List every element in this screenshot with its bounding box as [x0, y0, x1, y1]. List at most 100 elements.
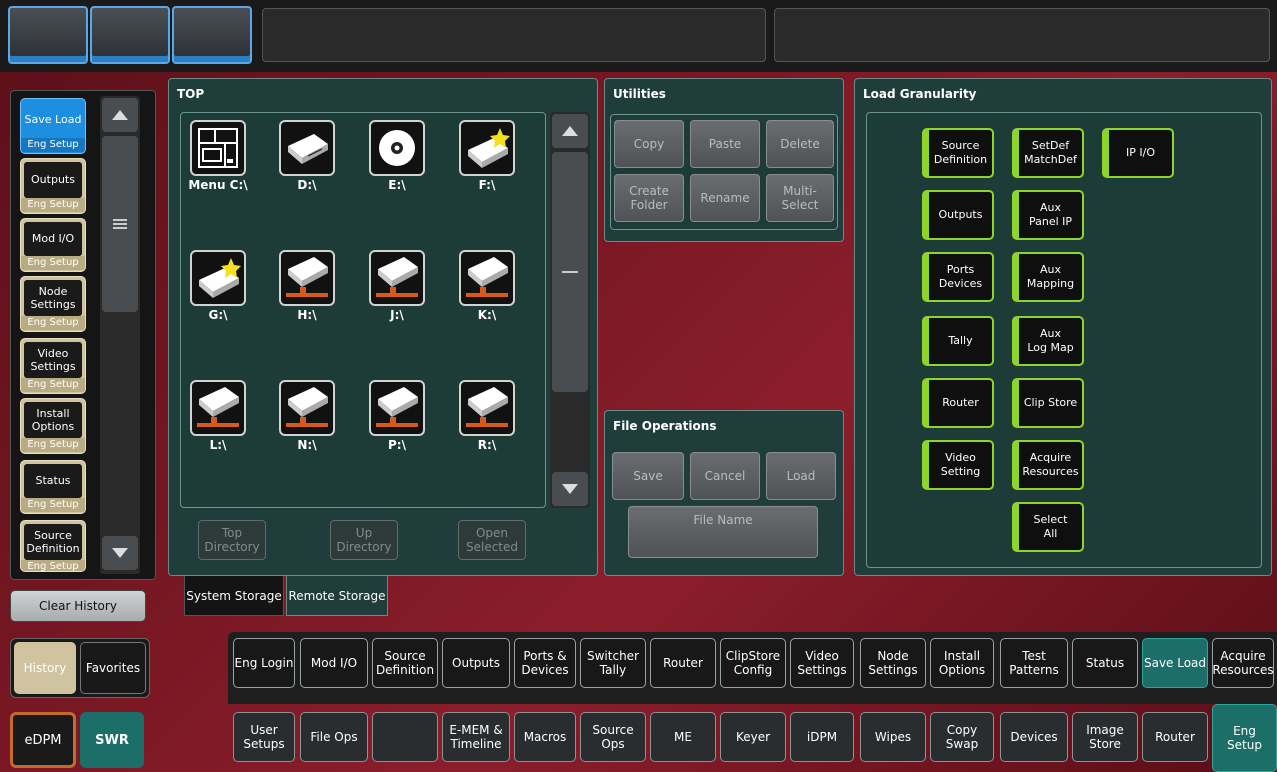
- clear-history-button[interactable]: Clear History: [10, 590, 146, 622]
- tab-blank[interactable]: [372, 712, 438, 762]
- nav-item-source-definition[interactable]: Source Definition Eng Setup: [20, 520, 86, 572]
- ip-io-toggle[interactable]: IP I/O: [1102, 128, 1174, 178]
- tab-keyer[interactable]: Keyer: [720, 712, 786, 762]
- favorites-tab[interactable]: Favorites: [80, 642, 146, 694]
- drive-e[interactable]: E:\: [352, 120, 442, 192]
- file-name-field[interactable]: File Name: [628, 506, 818, 558]
- drive-h[interactable]: H:\: [262, 250, 352, 322]
- acquire-resources-toggle[interactable]: Acquire Resources: [1012, 440, 1084, 490]
- tab-node-settings[interactable]: Node Settings: [860, 638, 926, 688]
- setdef-matchdef-toggle[interactable]: SetDef MatchDef: [1012, 128, 1084, 178]
- top-directory-button[interactable]: Top Directory: [198, 520, 266, 560]
- tab-source-definition[interactable]: Source Definition: [372, 638, 438, 688]
- video-setting-toggle[interactable]: Video Setting: [922, 440, 994, 490]
- drive-j[interactable]: J:\: [352, 250, 442, 322]
- tab-remote-storage[interactable]: Remote Storage: [286, 576, 388, 616]
- ports-devices-toggle[interactable]: Ports Devices: [922, 252, 994, 302]
- paste-button[interactable]: Paste: [690, 120, 760, 168]
- tab-acquire-resources[interactable]: Acquire Resources: [1212, 638, 1274, 688]
- tab-status[interactable]: Status: [1072, 638, 1138, 688]
- nav-item-outputs[interactable]: Outputs Eng Setup: [20, 158, 86, 214]
- multi-select-button[interactable]: Multi- Select: [766, 174, 834, 222]
- top-shortcut-button-3[interactable]: [172, 6, 252, 64]
- router-toggle[interactable]: Router: [922, 378, 994, 428]
- tab-system-storage[interactable]: System Storage: [184, 576, 284, 616]
- tab-mod-io[interactable]: Mod I/O: [300, 638, 368, 688]
- drive-label: H:\: [297, 308, 317, 322]
- drive-label: Menu C:\: [188, 178, 248, 192]
- top-status-panel-left: [262, 8, 766, 62]
- tab-devices[interactable]: Devices: [1000, 712, 1068, 762]
- tab-copy-swap[interactable]: Copy Swap: [930, 712, 994, 762]
- clip-store-toggle[interactable]: Clip Store: [1012, 378, 1084, 428]
- drive-n[interactable]: N:\: [262, 380, 352, 452]
- copy-button[interactable]: Copy: [614, 120, 684, 168]
- drive-l[interactable]: L:\: [173, 380, 263, 452]
- tab-me[interactable]: ME: [650, 712, 716, 762]
- drive-scroll-down-button[interactable]: [552, 472, 588, 506]
- drive-r[interactable]: R:\: [442, 380, 532, 452]
- save-button[interactable]: Save: [612, 452, 684, 500]
- tab-eng-login[interactable]: Eng Login: [233, 638, 295, 688]
- tab-source-ops[interactable]: Source Ops: [580, 712, 646, 762]
- history-tab[interactable]: History: [14, 642, 76, 694]
- tab-wipes[interactable]: Wipes: [860, 712, 926, 762]
- nav-item-sublabel: Eng Setup: [21, 378, 85, 392]
- aux-mapping-toggle[interactable]: Aux Mapping: [1012, 252, 1084, 302]
- tab-ports-devices[interactable]: Ports & Devices: [514, 638, 576, 688]
- tab-router[interactable]: Router: [650, 638, 716, 688]
- rename-button[interactable]: Rename: [690, 174, 760, 222]
- tab-outputs[interactable]: Outputs: [442, 638, 510, 688]
- drive-scroll-up-button[interactable]: [552, 114, 588, 148]
- nav-item-status[interactable]: Status Eng Setup: [20, 460, 86, 514]
- tab-macros[interactable]: Macros: [514, 712, 576, 762]
- tab-save-load[interactable]: Save Load: [1142, 638, 1208, 688]
- tab-switcher-tally[interactable]: Switcher Tally: [580, 638, 646, 688]
- tab-router-2[interactable]: Router: [1142, 712, 1208, 762]
- drive-k[interactable]: K:\: [442, 250, 532, 322]
- tab-user-setups[interactable]: User Setups: [233, 712, 295, 762]
- drive-scroll-thumb[interactable]: [552, 152, 588, 392]
- drive-d[interactable]: D:\: [262, 120, 352, 192]
- open-selected-button[interactable]: Open Selected: [458, 520, 526, 560]
- nav-item-node-settings[interactable]: Node Settings Eng Setup: [20, 276, 86, 332]
- top-shortcut-button-2[interactable]: [90, 6, 170, 64]
- tab-image-store[interactable]: Image Store: [1072, 712, 1138, 762]
- tab-test-patterns[interactable]: Test Patterns: [1000, 638, 1068, 688]
- tab-eng-setup[interactable]: Eng Setup: [1212, 704, 1277, 772]
- nav-item-save-load[interactable]: Save Load Eng Setup: [20, 98, 86, 154]
- aux-log-map-toggle[interactable]: Aux Log Map: [1012, 316, 1084, 366]
- swr-button[interactable]: SWR: [80, 712, 144, 768]
- storage-panel-title: TOP: [177, 87, 205, 101]
- drive-p[interactable]: P:\: [352, 380, 442, 452]
- aux-panel-ip-toggle[interactable]: Aux Panel IP: [1012, 190, 1084, 240]
- select-all-button[interactable]: Select All: [1012, 502, 1084, 552]
- source-definition-toggle[interactable]: Source Definition: [922, 128, 994, 178]
- drive-g[interactable]: G:\: [173, 250, 263, 322]
- tab-file-ops[interactable]: File Ops: [300, 712, 368, 762]
- nav-item-mod-io[interactable]: Mod I/O Eng Setup: [20, 218, 86, 272]
- tab-video-settings[interactable]: Video Settings: [790, 638, 854, 688]
- nav-item-video-settings[interactable]: Video Settings Eng Setup: [20, 338, 86, 394]
- tab-clipstore-config[interactable]: ClipStore Config: [720, 638, 786, 688]
- up-directory-button[interactable]: Up Directory: [330, 520, 398, 560]
- delete-button[interactable]: Delete: [766, 120, 834, 168]
- drive-f[interactable]: F:\: [442, 120, 532, 192]
- drive-label: K:\: [477, 308, 497, 322]
- top-shortcut-button-1[interactable]: [8, 6, 88, 64]
- tab-emem-timeline[interactable]: E-MEM & Timeline: [442, 712, 510, 762]
- edpm-button[interactable]: eDPM: [10, 712, 76, 768]
- tally-toggle[interactable]: Tally: [922, 316, 994, 366]
- nav-item-label: Mod I/O: [24, 222, 82, 256]
- scroll-down-button[interactable]: [102, 536, 138, 570]
- scroll-thumb[interactable]: [102, 136, 138, 312]
- tab-idpm[interactable]: iDPM: [790, 712, 854, 762]
- scroll-up-button[interactable]: [102, 98, 138, 132]
- tab-install-options[interactable]: Install Options: [930, 638, 994, 688]
- nav-item-install-options[interactable]: Install Options Eng Setup: [20, 398, 86, 454]
- drive-menu-c[interactable]: Menu C:\: [173, 120, 263, 192]
- outputs-toggle[interactable]: Outputs: [922, 190, 994, 240]
- load-button[interactable]: Load: [766, 452, 836, 500]
- cancel-button[interactable]: Cancel: [690, 452, 760, 500]
- create-folder-button[interactable]: Create Folder: [614, 174, 684, 222]
